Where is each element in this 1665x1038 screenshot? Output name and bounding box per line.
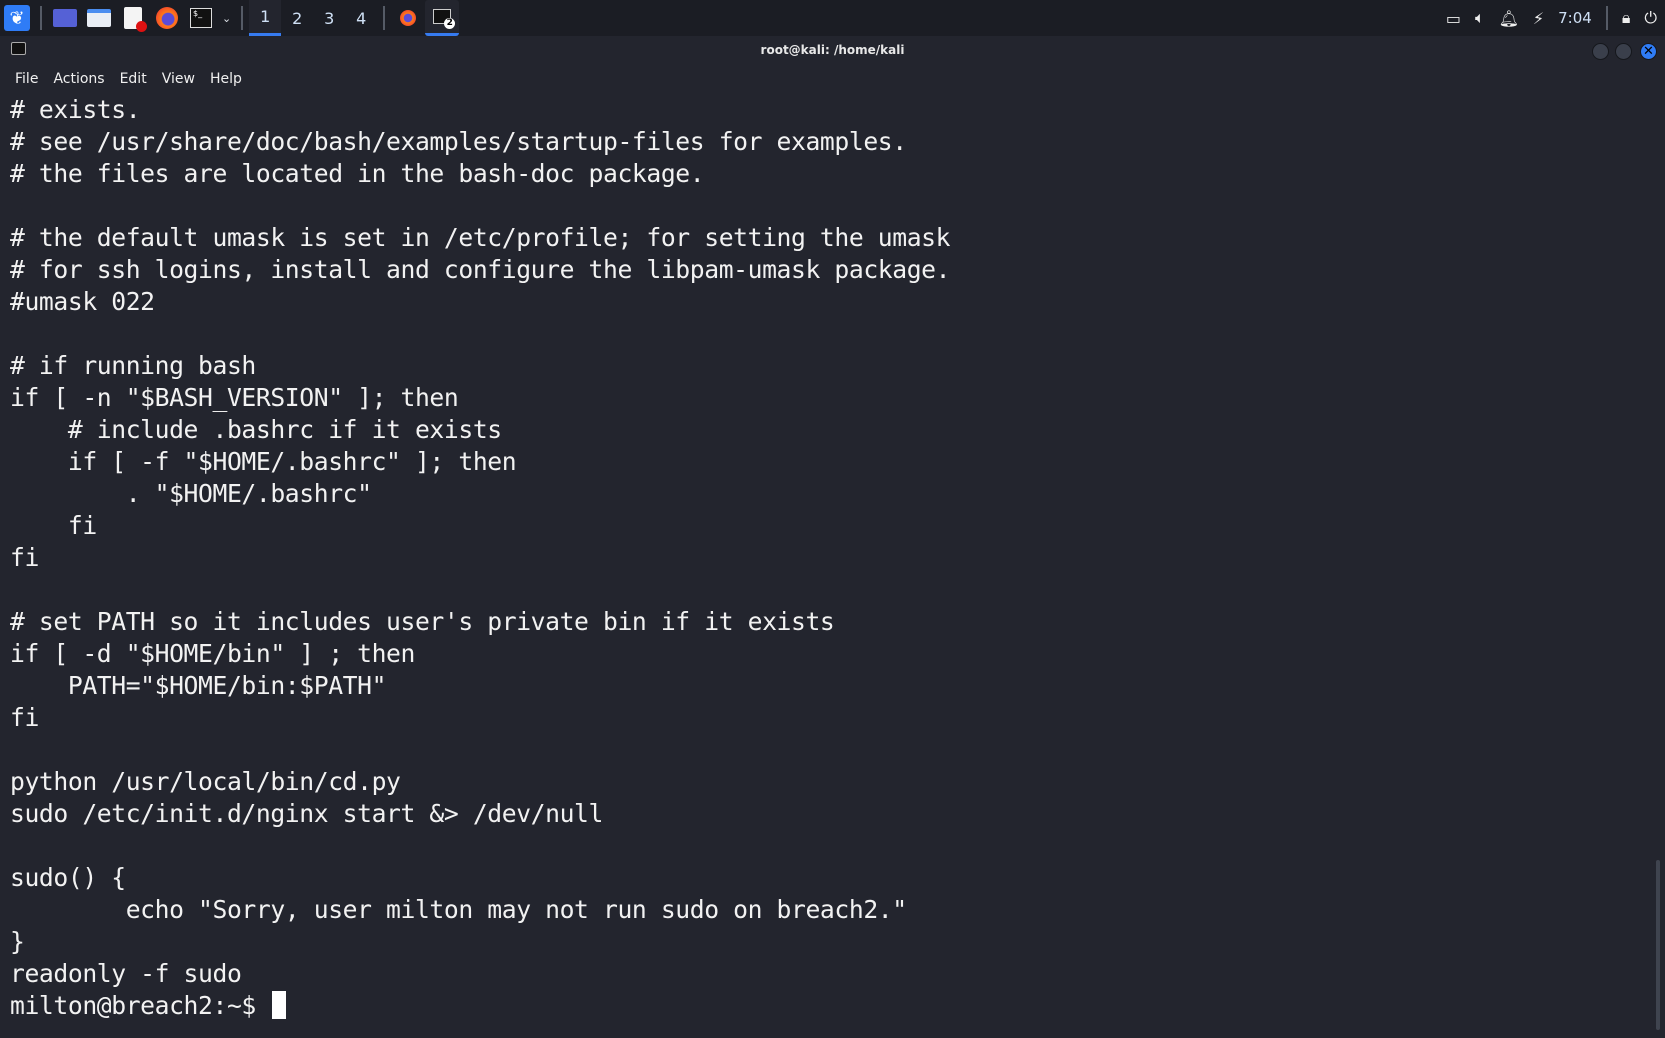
workspace-1[interactable]: 1 — [249, 0, 282, 36]
terminal-line: # the files are located in the bash-doc … — [10, 159, 705, 188]
menu-file[interactable]: File — [15, 71, 38, 87]
menu-help[interactable]: Help — [210, 71, 242, 87]
terminal-line: . "$HOME/.bashrc" — [10, 479, 372, 508]
divider — [241, 6, 244, 30]
scrollbar[interactable] — [1656, 860, 1660, 1030]
terminal-line: # set PATH so it includes user's private… — [10, 607, 835, 636]
terminal-icon[interactable]: $_ — [188, 5, 214, 31]
clock[interactable]: 7:04 — [1558, 9, 1592, 27]
terminal-line: # see /usr/share/doc/bash/examples/start… — [10, 127, 907, 156]
file-manager-icon[interactable] — [86, 5, 112, 31]
notification-bell-icon[interactable]: 🔔︎ — [1499, 9, 1519, 28]
terminal-line: echo "Sorry, user milton may not run sud… — [10, 895, 907, 924]
terminal-line: sudo() { — [10, 863, 126, 892]
terminal-output[interactable]: # exists. # see /usr/share/doc/bash/examp… — [10, 94, 951, 1022]
volume-icon[interactable]: 🔈︎ — [1475, 8, 1485, 28]
terminal-line: fi — [10, 703, 39, 732]
maximize-button[interactable] — [1615, 43, 1632, 60]
window-title: root@kali: /home/kali — [760, 43, 905, 57]
terminal-line: python /usr/local/bin/cd.py — [10, 767, 401, 796]
menu-edit[interactable]: Edit — [120, 71, 147, 87]
minimize-button[interactable] — [1592, 43, 1609, 60]
text-cursor — [272, 991, 287, 1019]
kali-menu-icon[interactable]: ❦ — [4, 5, 30, 31]
show-desktop-icon[interactable] — [52, 5, 78, 31]
terminal-line: # if running bash — [10, 351, 256, 380]
menu-bar: File Actions Edit View Help — [0, 66, 1665, 92]
chevron-down-icon[interactable]: ⌄ — [222, 12, 231, 25]
firefox-icon[interactable] — [154, 5, 180, 31]
terminal-line: fi — [10, 543, 39, 572]
window-titlebar[interactable]: root@kali: /home/kali ✕ — [0, 36, 1665, 66]
taskbar: ❦ $_ ⌄ 1 2 3 4 2 ▭ 🔈︎ 🔔︎ ⚡︎ 7:04 🔒︎ ⏻ — [0, 0, 1665, 36]
terminal-line: if [ -d "$HOME/bin" ] ; then — [10, 639, 415, 668]
terminal-line: # exists. — [10, 95, 141, 124]
divider — [1605, 6, 1608, 30]
terminal-line: # the default umask is set in /etc/profi… — [10, 223, 951, 252]
network-icon[interactable]: ▭ — [1446, 9, 1461, 28]
divider — [383, 6, 386, 30]
terminal-line: #umask 022 — [10, 287, 155, 316]
terminal-line: # for ssh logins, install and configure … — [10, 255, 951, 284]
workspace-4[interactable]: 4 — [345, 0, 377, 36]
menu-actions[interactable]: Actions — [53, 71, 104, 87]
system-tray: ▭ 🔈︎ 🔔︎ ⚡︎ 7:04 🔒︎ ⏻ — [1446, 0, 1665, 36]
terminal-line: PATH="$HOME/bin:$PATH" — [10, 671, 387, 700]
workspace-2[interactable]: 2 — [281, 0, 313, 36]
workspace-3[interactable]: 3 — [313, 0, 345, 36]
divider — [40, 6, 42, 30]
terminal-line: } — [10, 927, 25, 956]
close-button[interactable]: ✕ — [1640, 43, 1657, 60]
firefox-window-button[interactable] — [395, 5, 421, 31]
text-editor-icon[interactable] — [120, 5, 147, 32]
terminal-window-button[interactable]: 2 — [425, 0, 460, 36]
terminal-line: # include .bashrc if it exists — [10, 415, 502, 444]
window-count-badge: 2 — [444, 18, 456, 29]
terminal-line: sudo /etc/init.d/nginx start &> /dev/nul… — [10, 799, 603, 828]
power-manager-icon[interactable]: ⚡︎ — [1533, 9, 1544, 28]
menu-view[interactable]: View — [162, 71, 195, 87]
lock-icon[interactable]: 🔒︎ — [1622, 8, 1631, 28]
terminal-line: readonly -f sudo — [10, 959, 242, 988]
prompt-line[interactable]: milton@breach2:~$ — [10, 990, 950, 1022]
terminal-line: if [ -n "$BASH_VERSION" ]; then — [10, 383, 459, 412]
terminal-line: if [ -f "$HOME/.bashrc" ]; then — [10, 447, 517, 476]
terminal-line: fi — [10, 511, 97, 540]
logout-icon[interactable]: ⏻ — [1644, 8, 1657, 28]
shell-prompt: milton@breach2:~$ — [10, 991, 271, 1020]
